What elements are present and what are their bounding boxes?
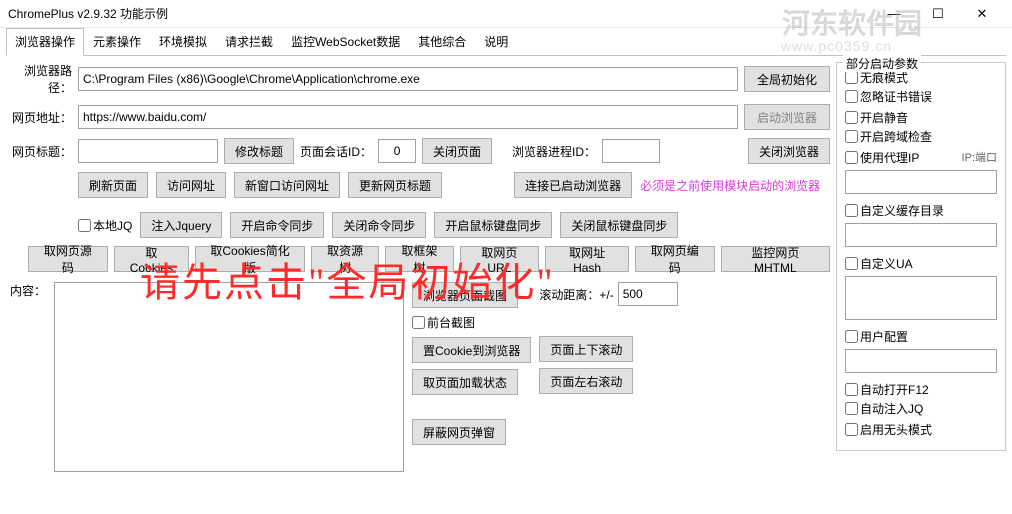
start-browser-button[interactable]: 启动浏览器	[744, 104, 830, 130]
tab-other[interactable]: 其他综合	[409, 28, 475, 55]
get-page-encoding-button[interactable]: 取网页编码	[635, 246, 715, 272]
session-id-label: 页面会话ID：	[300, 143, 372, 160]
web-title-label: 网页标题：	[6, 143, 72, 160]
web-title-input[interactable]	[78, 139, 218, 163]
mute-checkbox[interactable]: 开启静音	[845, 109, 908, 126]
window-title: ChromePlus v2.9.32 功能示例	[8, 5, 872, 22]
close-page-button[interactable]: 关闭页面	[422, 138, 492, 164]
front-screenshot-checkbox[interactable]: 前台截图	[412, 314, 475, 331]
user-config-checkbox[interactable]: 用户配置	[845, 328, 908, 345]
startup-params-group: 部分启动参数 无痕模式 忽略证书错误 开启静音 开启跨域检查 使用代理IP IP…	[836, 62, 1006, 451]
close-browser-button[interactable]: 关闭浏览器	[748, 138, 830, 164]
ignore-cert-checkbox[interactable]: 忽略证书错误	[845, 88, 932, 105]
browser-path-label: 浏览器路径：	[6, 62, 72, 96]
tab-request-intercept[interactable]: 请求拦截	[216, 28, 282, 55]
process-id-input[interactable]	[602, 139, 660, 163]
global-init-button[interactable]: 全局初始化	[744, 66, 830, 92]
cors-checkbox[interactable]: 开启跨域检查	[845, 128, 932, 145]
content-label: 内容：	[6, 282, 46, 472]
cache-dir-input[interactable]	[845, 223, 997, 247]
close-mouse-sync-button[interactable]: 关闭鼠标键盘同步	[560, 212, 678, 238]
scroll-distance-input[interactable]	[618, 282, 678, 306]
tab-browser-ops[interactable]: 浏览器操作	[6, 28, 84, 56]
connect-started-button[interactable]: 连接已启动浏览器	[514, 172, 632, 198]
monitor-mhtml-button[interactable]: 监控网页MHTML	[721, 246, 830, 272]
modify-title-button[interactable]: 修改标题	[224, 138, 294, 164]
tab-help[interactable]: 说明	[475, 28, 517, 55]
process-id-label: 浏览器进程ID：	[512, 143, 596, 160]
get-page-url-button[interactable]: 取网页URL	[460, 246, 540, 272]
get-cookies-button[interactable]: 取Cookies	[114, 246, 189, 272]
proxy-ip-input[interactable]	[845, 170, 997, 194]
open-mouse-sync-button[interactable]: 开启鼠标键盘同步	[434, 212, 552, 238]
tab-env-sim[interactable]: 环境模拟	[150, 28, 216, 55]
session-id-input[interactable]	[378, 139, 416, 163]
user-config-input[interactable]	[845, 349, 997, 373]
new-window-visit-button[interactable]: 新窗口访问网址	[234, 172, 340, 198]
auto-f12-checkbox[interactable]: 自动打开F12	[845, 381, 929, 398]
content-textarea[interactable]	[54, 282, 404, 472]
scroll-lr-button[interactable]: 页面左右滚动	[539, 368, 633, 394]
scroll-ud-button[interactable]: 页面上下滚动	[539, 336, 633, 362]
scroll-distance-label: 滚动距离：+/-	[539, 286, 613, 303]
use-proxy-checkbox[interactable]: 使用代理IP	[845, 149, 919, 166]
browser-path-input[interactable]	[78, 67, 738, 91]
tab-bar: 浏览器操作 元素操作 环境模拟 请求拦截 监控WebSocket数据 其他综合 …	[6, 28, 1006, 56]
visit-button[interactable]: 访问网址	[156, 172, 226, 198]
update-title-button[interactable]: 更新网页标题	[348, 172, 442, 198]
inject-jquery-button[interactable]: 注入Jquery	[140, 212, 222, 238]
get-url-hash-button[interactable]: 取网址Hash	[545, 246, 629, 272]
refresh-button[interactable]: 刷新页面	[78, 172, 148, 198]
web-url-label: 网页地址：	[6, 109, 72, 126]
get-resource-button[interactable]: 取资源树	[311, 246, 379, 272]
block-popup-button[interactable]: 屏蔽网页弹窗	[412, 419, 506, 445]
set-cookie-button[interactable]: 置Cookie到浏览器	[412, 337, 531, 363]
auto-inject-jq-checkbox[interactable]: 自动注入JQ	[845, 400, 923, 417]
custom-ua-input[interactable]	[845, 276, 997, 320]
open-cmd-sync-button[interactable]: 开启命令同步	[230, 212, 324, 238]
local-jq-checkbox[interactable]: 本地JQ	[78, 217, 132, 234]
titlebar: ChromePlus v2.9.32 功能示例 — ☐ ✕	[0, 0, 1012, 28]
maximize-button[interactable]: ☐	[916, 0, 960, 28]
startup-params-legend: 部分启动参数	[843, 55, 921, 72]
custom-cache-checkbox[interactable]: 自定义缓存目录	[845, 202, 944, 219]
get-source-button[interactable]: 取网页源码	[28, 246, 108, 272]
headless-checkbox[interactable]: 启用无头模式	[845, 421, 932, 438]
close-cmd-sync-button[interactable]: 关闭命令同步	[332, 212, 426, 238]
tab-element-ops[interactable]: 元素操作	[84, 28, 150, 55]
notice-text: 必须是之前使用模块启动的浏览器	[640, 177, 820, 194]
screenshot-button[interactable]: 浏览器页面截图	[412, 282, 518, 308]
get-cookies-simple-button[interactable]: 取Cookies简化版	[195, 246, 305, 272]
get-frame-tree-button[interactable]: 取框架树	[385, 246, 453, 272]
close-button[interactable]: ✕	[960, 0, 1004, 28]
custom-ua-checkbox[interactable]: 自定义UA	[845, 255, 913, 272]
tab-websocket[interactable]: 监控WebSocket数据	[282, 28, 409, 55]
get-load-status-button[interactable]: 取页面加载状态	[412, 369, 518, 395]
minimize-button[interactable]: —	[872, 0, 916, 28]
web-url-input[interactable]	[78, 105, 738, 129]
ip-port-label: IP:端口	[962, 149, 997, 166]
